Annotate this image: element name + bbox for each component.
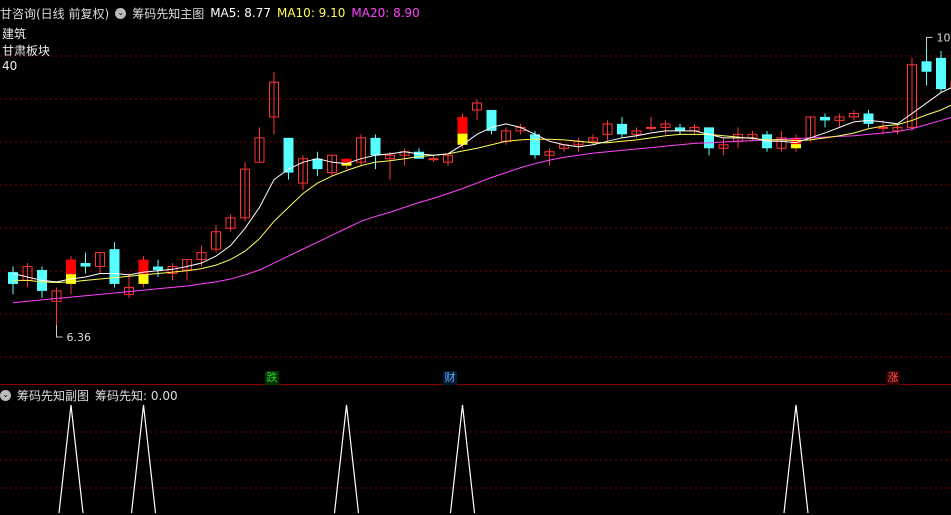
marker-cai: 财: [443, 371, 457, 385]
signal-spike: [783, 404, 809, 514]
sub-indicator-chart[interactable]: [0, 0, 951, 515]
signal-spike: [58, 404, 84, 514]
marker-zhang: 涨: [886, 371, 900, 385]
signal-spike: [130, 404, 157, 514]
signal-spike: [333, 404, 360, 514]
signal-spike: [449, 404, 476, 514]
marker-die: 跌: [265, 371, 279, 385]
